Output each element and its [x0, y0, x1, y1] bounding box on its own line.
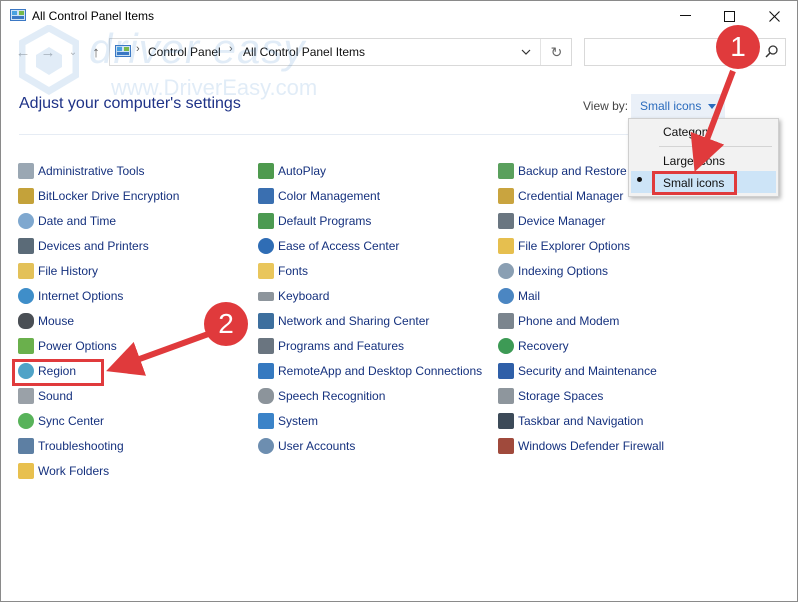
annotation-arrows [106, 69, 736, 376]
step-1-badge: 1 [716, 25, 760, 69]
arrow-to-region [106, 330, 213, 376]
arrow-to-small-icons [690, 69, 736, 172]
step-2-badge: 2 [204, 302, 248, 346]
control-panel-window: All Control Panel Items ← → ⌄ ↑ › Contro… [0, 0, 798, 602]
